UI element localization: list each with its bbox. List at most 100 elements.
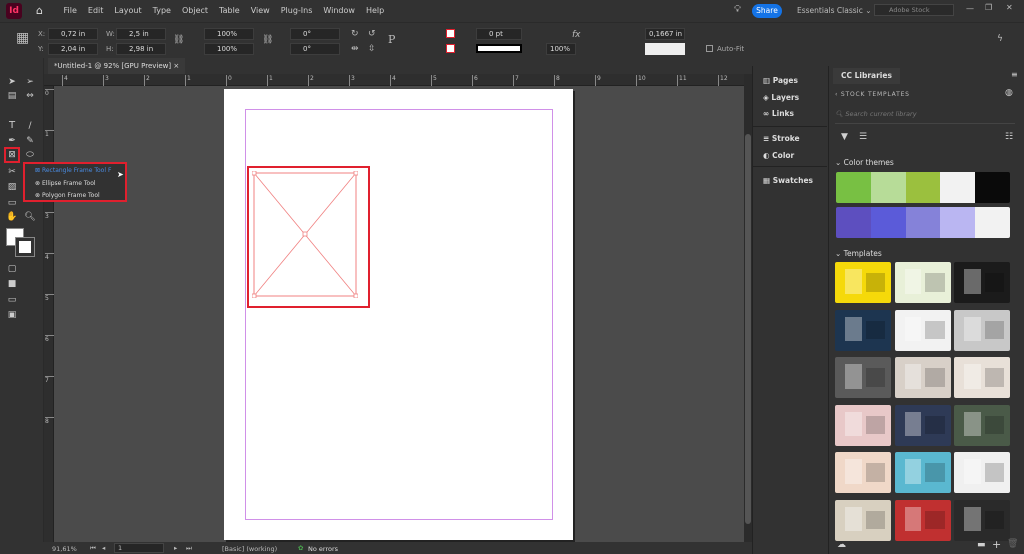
workspace-switcher[interactable]: Essentials Classic ⌄: [797, 6, 872, 15]
fx-icon[interactable]: fx: [572, 30, 581, 40]
page-field[interactable]: 1: [114, 543, 164, 553]
first-page-icon[interactable]: ⏮: [90, 544, 96, 553]
note-tool-icon[interactable]: ▭: [6, 197, 18, 209]
pencil-tool-icon[interactable]: ✎: [24, 135, 36, 147]
panel-swatches[interactable]: ▦ Swatches: [763, 176, 813, 185]
constrain-link-icon[interactable]: ⛓︎: [173, 35, 184, 45]
horizontal-ruler[interactable]: 4 3 2 1 0 1 2 3 4 5 6 7 8 9 10 11 12: [44, 74, 744, 86]
close-button[interactable]: ✕: [1006, 3, 1013, 12]
panel-layers[interactable]: ◈ Layers: [763, 93, 799, 102]
add-icon[interactable]: +: [992, 538, 1001, 551]
lightbulb-icon[interactable]: 💡︎: [734, 4, 741, 15]
menu-file[interactable]: File: [58, 0, 82, 22]
template-thumbnail[interactable]: [954, 404, 1010, 446]
template-thumbnail[interactable]: [894, 404, 951, 446]
panel-links[interactable]: ∞ Links: [763, 109, 794, 118]
menu-plugins[interactable]: Plug-Ins: [275, 0, 318, 22]
menu-edit[interactable]: Edit: [82, 0, 109, 22]
filter-icon[interactable]: ▼: [841, 132, 848, 142]
gradient-tool-icon[interactable]: ▨: [6, 181, 18, 193]
menu-layout[interactable]: Layout: [109, 0, 147, 22]
zoom-level[interactable]: 91,61%: [52, 545, 77, 553]
folder-icon[interactable]: ▬: [977, 540, 986, 550]
direct-selection-tool-icon[interactable]: ➢: [24, 76, 36, 88]
list-view-icon[interactable]: ☷: [1005, 132, 1013, 142]
next-page-icon[interactable]: ▸: [174, 544, 177, 552]
flyout-rectangle-frame-tool[interactable]: ⊠ Rectangle Frame Tool F: [35, 167, 111, 174]
panel-menu-icon[interactable]: ≡: [1011, 70, 1018, 79]
ellipse-tool-icon[interactable]: ⬭: [24, 149, 36, 161]
y-field[interactable]: 2,04 in: [48, 43, 98, 55]
template-thumbnail[interactable]: [835, 499, 891, 541]
hand-tool-icon[interactable]: ✋: [6, 211, 18, 223]
restore-button[interactable]: ❐: [985, 3, 992, 12]
home-icon[interactable]: ⌂: [36, 4, 43, 17]
width-field[interactable]: 2,5 in: [116, 28, 166, 40]
scale-x-field[interactable]: 100%: [204, 28, 254, 40]
menu-window[interactable]: Window: [318, 0, 361, 22]
screen-mode-icon[interactable]: ▭: [6, 294, 18, 306]
templates-heading[interactable]: ⌄ Templates: [835, 249, 882, 258]
template-thumbnail[interactable]: [954, 309, 1010, 351]
template-thumbnail[interactable]: [835, 404, 891, 446]
flyout-polygon-frame-tool[interactable]: ⊗ Polygon Frame Tool: [35, 192, 100, 199]
zoom-tool-icon[interactable]: 🔍︎: [24, 211, 36, 223]
trash-icon[interactable]: 🗑︎: [1007, 539, 1018, 549]
rotate-cw-icon[interactable]: ↻: [351, 29, 359, 39]
fill-stroke-swatch[interactable]: [6, 228, 36, 258]
formatting-container-icon[interactable]: ▢: [6, 263, 18, 275]
lightning-icon[interactable]: ϟ: [997, 34, 1003, 44]
gap-tool-icon[interactable]: ⇔: [24, 90, 36, 102]
vertical-ruler[interactable]: 012345678: [44, 86, 54, 542]
template-thumbnail[interactable]: [894, 309, 951, 351]
flip-vertical-icon[interactable]: ⇳: [368, 44, 376, 54]
page-tool-icon[interactable]: ▤: [6, 90, 18, 102]
opacity-field[interactable]: 100%: [546, 43, 576, 55]
panel-stroke[interactable]: ≡ Stroke: [763, 134, 800, 143]
color-themes-heading[interactable]: ⌄ Color themes: [835, 158, 894, 167]
cc-libraries-tab[interactable]: CC Libraries: [833, 68, 900, 84]
line-tool-icon[interactable]: /: [24, 120, 36, 132]
gap-field[interactable]: 0,1667 in: [645, 28, 685, 40]
template-thumbnail[interactable]: [894, 262, 951, 303]
stroke-swatch-icon[interactable]: [446, 44, 455, 53]
p-icon[interactable]: P: [388, 34, 395, 45]
template-thumbnail[interactable]: [954, 357, 1010, 398]
reference-point-icon[interactable]: ▦: [16, 31, 29, 45]
breadcrumb-back[interactable]: ‹ STOCK TEMPLATES: [835, 91, 910, 98]
rotate-ccw-icon[interactable]: ↺: [368, 29, 376, 39]
vertical-scrollbar[interactable]: [744, 74, 752, 542]
menu-table[interactable]: Table: [214, 0, 246, 22]
minimize-button[interactable]: —: [966, 4, 974, 13]
flip-horizontal-icon[interactable]: ⇹: [351, 44, 359, 54]
x-field[interactable]: 0,72 in: [48, 28, 98, 40]
rotate-field[interactable]: 0°: [290, 28, 340, 40]
search-input[interactable]: 🔍︎ Search current library: [835, 110, 1015, 124]
shear-field[interactable]: 0°: [290, 43, 340, 55]
prev-page-icon[interactable]: ◂: [102, 544, 105, 552]
menu-object[interactable]: Object: [176, 0, 213, 22]
autofit-checkbox[interactable]: [706, 45, 713, 52]
errors-status[interactable]: No errors: [308, 545, 338, 553]
template-thumbnail[interactable]: [835, 309, 891, 351]
template-thumbnail[interactable]: [894, 499, 951, 541]
stroke-weight-field[interactable]: 0 pt: [476, 28, 522, 40]
stroke-type-select[interactable]: [476, 44, 522, 53]
selection-tool-icon[interactable]: ➤: [6, 76, 18, 88]
panel-pages[interactable]: ▥ Pages: [763, 76, 798, 85]
menu-view[interactable]: View: [245, 0, 275, 22]
scale-link-icon[interactable]: ⛓︎: [262, 35, 273, 45]
fill-swatch-icon[interactable]: [446, 29, 455, 38]
height-field[interactable]: 2,98 in: [116, 43, 166, 55]
color-theme[interactable]: [836, 207, 1010, 238]
template-thumbnail[interactable]: [835, 357, 891, 398]
template-thumbnail[interactable]: [954, 262, 1010, 303]
template-thumbnail[interactable]: [835, 452, 891, 493]
apply-color-icon[interactable]: ■: [6, 278, 18, 290]
close-tab-icon[interactable]: ×: [173, 62, 179, 70]
rectangle-frame-tool-icon[interactable]: ⊠: [4, 147, 20, 163]
flyout-ellipse-frame-tool[interactable]: ⊗ Ellipse Frame Tool: [35, 180, 96, 187]
stroke-swatch[interactable]: [15, 237, 35, 257]
sort-icon[interactable]: ☰: [859, 132, 867, 142]
template-thumbnail[interactable]: [894, 452, 951, 493]
